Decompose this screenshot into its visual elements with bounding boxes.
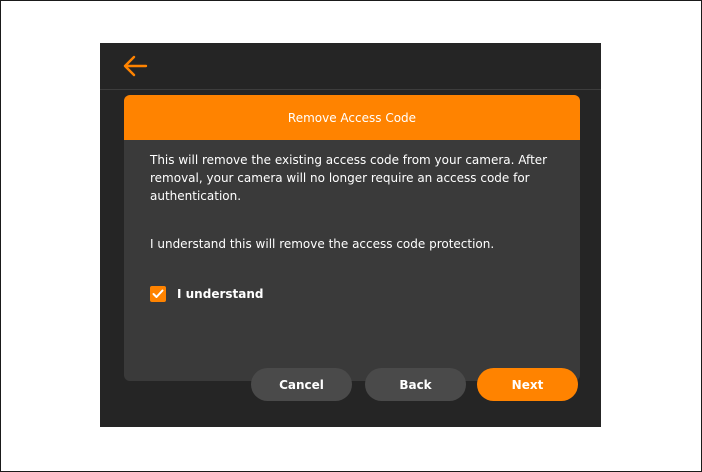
app-screen: Remove Access Code This will remove the … xyxy=(100,43,601,427)
confirmation-statement: I understand this will remove the access… xyxy=(150,237,495,251)
back-button[interactable]: Back xyxy=(365,368,466,401)
understand-checkbox-label[interactable]: I understand xyxy=(177,285,263,303)
remove-access-code-dialog: Remove Access Code This will remove the … xyxy=(124,95,580,381)
warning-text: This will remove the existing access cod… xyxy=(150,153,548,203)
next-button[interactable]: Next xyxy=(477,368,578,401)
back-arrow-icon[interactable] xyxy=(122,55,148,77)
dialog-body: This will remove the existing access cod… xyxy=(124,151,580,303)
dialog-title: Remove Access Code xyxy=(287,110,417,125)
checkmark-icon xyxy=(152,289,164,298)
understand-checkbox[interactable] xyxy=(150,286,166,302)
top-bar xyxy=(100,43,601,90)
dialog-header: Remove Access Code xyxy=(124,95,580,140)
understand-checkbox-row[interactable]: I understand xyxy=(150,285,580,303)
cancel-button[interactable]: Cancel xyxy=(251,368,352,401)
